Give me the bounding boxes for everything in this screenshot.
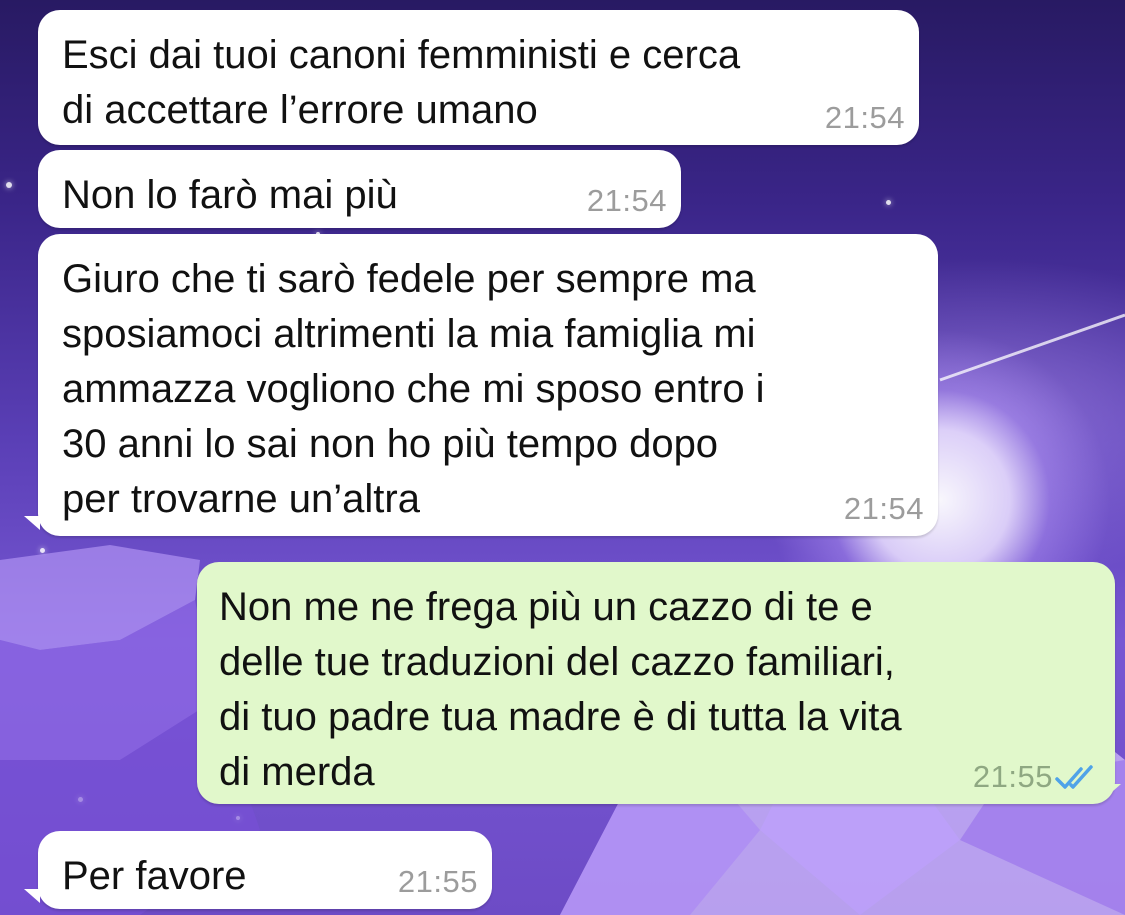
- message-text: Esci dai tuoi canoni femministi e cerca …: [62, 33, 741, 132]
- chat-message-list[interactable]: Esci dai tuoi canoni femministi e cerca …: [0, 0, 1125, 915]
- message-text: Giuro che ti sarò fedele per sempre ma s…: [62, 257, 765, 521]
- message-timestamp: 21:55: [397, 864, 478, 899]
- message-timestamp: 21:54: [843, 491, 924, 526]
- incoming-message-bubble[interactable]: Giuro che ti sarò fedele per sempre ma s…: [38, 234, 938, 536]
- message-timestamp: 21:55: [972, 759, 1053, 794]
- message-timestamp: 21:54: [586, 183, 667, 218]
- outgoing-message-bubble[interactable]: Non me ne frega più un cazzo di te e del…: [197, 562, 1115, 804]
- incoming-message-bubble[interactable]: Per favore 21:55: [38, 831, 492, 909]
- double-check-read-icon: [1055, 765, 1093, 789]
- bubble-tail: [24, 889, 40, 903]
- incoming-message-bubble[interactable]: Non lo farò mai più 21:54: [38, 150, 681, 228]
- message-timestamp: 21:54: [824, 100, 905, 135]
- incoming-message-bubble[interactable]: Esci dai tuoi canoni femministi e cerca …: [38, 10, 919, 145]
- bubble-tail: [24, 516, 40, 530]
- message-text: Non me ne frega più un cazzo di te e del…: [219, 585, 902, 794]
- bubble-tail: [1105, 784, 1121, 798]
- message-text: Non lo farò mai più: [62, 173, 398, 217]
